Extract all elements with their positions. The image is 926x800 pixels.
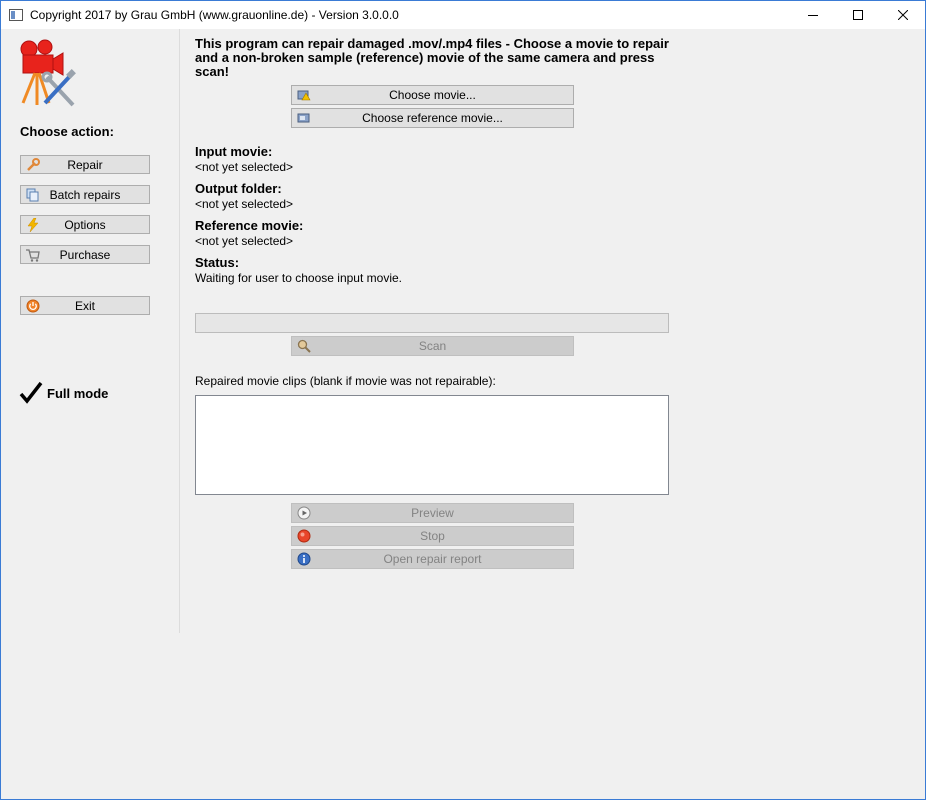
open-repair-report-button[interactable]: Open repair report: [291, 549, 574, 569]
stop-icon: [296, 528, 312, 544]
input-movie-value: <not yet selected>: [195, 160, 294, 174]
minimize-icon: [807, 15, 818, 16]
batch-repairs-button[interactable]: Batch repairs: [20, 185, 150, 204]
play-icon: [296, 505, 312, 521]
repaired-clips-list[interactable]: [195, 395, 669, 495]
full-mode-label: Full mode: [47, 385, 109, 401]
power-icon: [25, 298, 41, 314]
checkmark-icon: [19, 381, 43, 404]
options-button[interactable]: Options: [20, 215, 150, 234]
preview-label: Preview: [411, 506, 454, 520]
purchase-button[interactable]: Purchase: [20, 245, 150, 264]
full-mode-indicator: Full mode: [19, 381, 108, 405]
app-icon: [8, 7, 24, 23]
open-repair-report-label: Open repair report: [383, 552, 482, 566]
magnifier-icon: [296, 338, 312, 354]
window-title: Copyright 2017 by Grau GmbH (www.grauonl…: [30, 8, 399, 22]
output-folder-value: <not yet selected>: [195, 197, 294, 211]
choose-movie-label: Choose movie...: [389, 88, 476, 102]
output-folder-label: Output folder:: [195, 181, 282, 196]
reference-movie-value: <not yet selected>: [195, 234, 294, 248]
status-label: Status:: [195, 255, 240, 270]
scan-label: Scan: [418, 339, 447, 353]
scan-button[interactable]: Scan: [291, 336, 574, 356]
lightning-icon: [25, 217, 41, 233]
stop-button[interactable]: Stop: [291, 526, 574, 546]
client-area: Choose action: Repair Batch repairs Opti…: [1, 29, 925, 799]
choose-movie-button[interactable]: Choose movie...: [291, 85, 574, 105]
movie-warning-icon: [296, 87, 312, 103]
status-value: Waiting for user to choose input movie.: [195, 271, 402, 285]
close-icon: [897, 10, 908, 20]
input-movie-label: Input movie:: [195, 144, 273, 159]
batch-repairs-button-label: Batch repairs: [49, 187, 121, 202]
repaired-clips-label: Repaired movie clips (blank if movie was…: [195, 374, 496, 388]
camera-logo-icon: [17, 37, 77, 107]
title-bar: Copyright 2017 by Grau GmbH (www.grauonl…: [1, 1, 925, 29]
stop-label: Stop: [420, 529, 445, 543]
wrench-icon: [25, 157, 41, 173]
repair-button[interactable]: Repair: [20, 155, 150, 174]
options-button-label: Options: [64, 217, 106, 232]
close-button[interactable]: [880, 1, 925, 29]
sidebar: Choose action: Repair Batch repairs Opti…: [1, 29, 180, 633]
app-window: Copyright 2017 by Grau GmbH (www.grauonl…: [0, 0, 926, 800]
purchase-button-label: Purchase: [59, 247, 111, 262]
choose-reference-label: Choose reference movie...: [362, 111, 503, 125]
exit-button[interactable]: Exit: [20, 296, 150, 315]
progress-bar: [195, 313, 669, 333]
maximize-icon: [852, 10, 863, 20]
cart-icon: [25, 247, 41, 263]
movie-icon: [296, 110, 312, 126]
copy-icon: [25, 187, 41, 203]
preview-button[interactable]: Preview: [291, 503, 574, 523]
repair-button-label: Repair: [67, 157, 103, 172]
maximize-button[interactable]: [835, 1, 880, 29]
reference-movie-label: Reference movie:: [195, 218, 304, 233]
exit-button-label: Exit: [74, 298, 95, 313]
choose-action-label: Choose action:: [20, 124, 114, 139]
info-icon: [296, 551, 312, 567]
minimize-button[interactable]: [790, 1, 835, 29]
intro-text: This program can repair damaged .mov/.mp…: [195, 36, 669, 79]
choose-reference-movie-button[interactable]: Choose reference movie...: [291, 108, 574, 128]
window-controls: [790, 1, 925, 29]
